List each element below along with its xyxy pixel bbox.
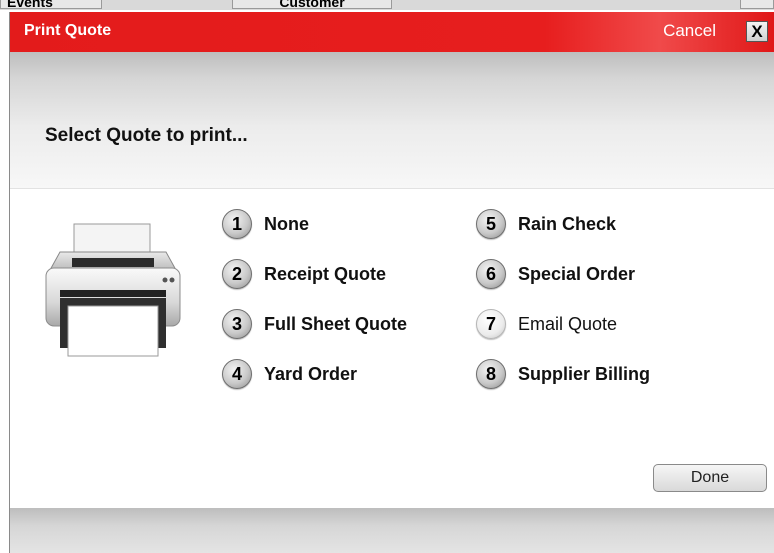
dialog-footer	[10, 508, 774, 553]
background-tab-customer: Customer	[232, 0, 392, 9]
option-label: None	[264, 213, 309, 234]
option-number-4: 4	[222, 359, 252, 389]
option-number-8: 8	[476, 359, 506, 389]
close-icon: X	[751, 22, 763, 41]
option-number-5: 5	[476, 209, 506, 239]
option-special-order[interactable]: 6 Special Order	[476, 259, 635, 289]
option-label: Email Quote	[518, 313, 618, 334]
option-yard-order[interactable]: 4 Yard Order	[222, 359, 357, 389]
option-number-1: 1	[222, 209, 252, 239]
option-label: Full Sheet Quote	[264, 313, 408, 334]
option-full-sheet-quote[interactable]: 3 Full Sheet Quote	[222, 309, 407, 339]
printer-icon	[45, 223, 181, 357]
background-app-strip: Events Customer	[0, 0, 774, 10]
print-quote-dialog: Print Quote Cancel X Select Quote to pri…	[9, 12, 774, 553]
cancel-link[interactable]: Cancel	[663, 21, 716, 41]
option-label: Rain Check	[518, 213, 617, 234]
dialog-header: Select Quote to print...	[10, 52, 774, 189]
option-label: Receipt Quote	[264, 263, 387, 284]
dialog-title-bar: Print Quote Cancel X	[10, 12, 774, 52]
option-rain-check[interactable]: 5 Rain Check	[476, 209, 616, 239]
option-label: Yard Order	[264, 363, 358, 384]
option-number-2: 2	[222, 259, 252, 289]
close-button[interactable]: X	[746, 21, 768, 42]
dialog-title: Print Quote	[24, 22, 112, 39]
dialog-subtitle: Select Quote to print...	[45, 125, 248, 146]
option-label: Special Order	[518, 263, 636, 284]
option-supplier-billing[interactable]: 8 Supplier Billing	[476, 359, 650, 389]
background-tab-extra	[740, 0, 774, 9]
done-button[interactable]: Done	[653, 464, 767, 492]
option-receipt-quote[interactable]: 2 Receipt Quote	[222, 259, 386, 289]
option-none[interactable]: 1 None	[222, 209, 309, 239]
option-number-3: 3	[222, 309, 252, 339]
option-email-quote[interactable]: 7 Email Quote	[476, 309, 617, 339]
option-label: Supplier Billing	[518, 363, 651, 384]
option-number-7: 7	[476, 309, 506, 339]
option-number-6: 6	[476, 259, 506, 289]
background-tab-events: Events	[0, 0, 102, 9]
